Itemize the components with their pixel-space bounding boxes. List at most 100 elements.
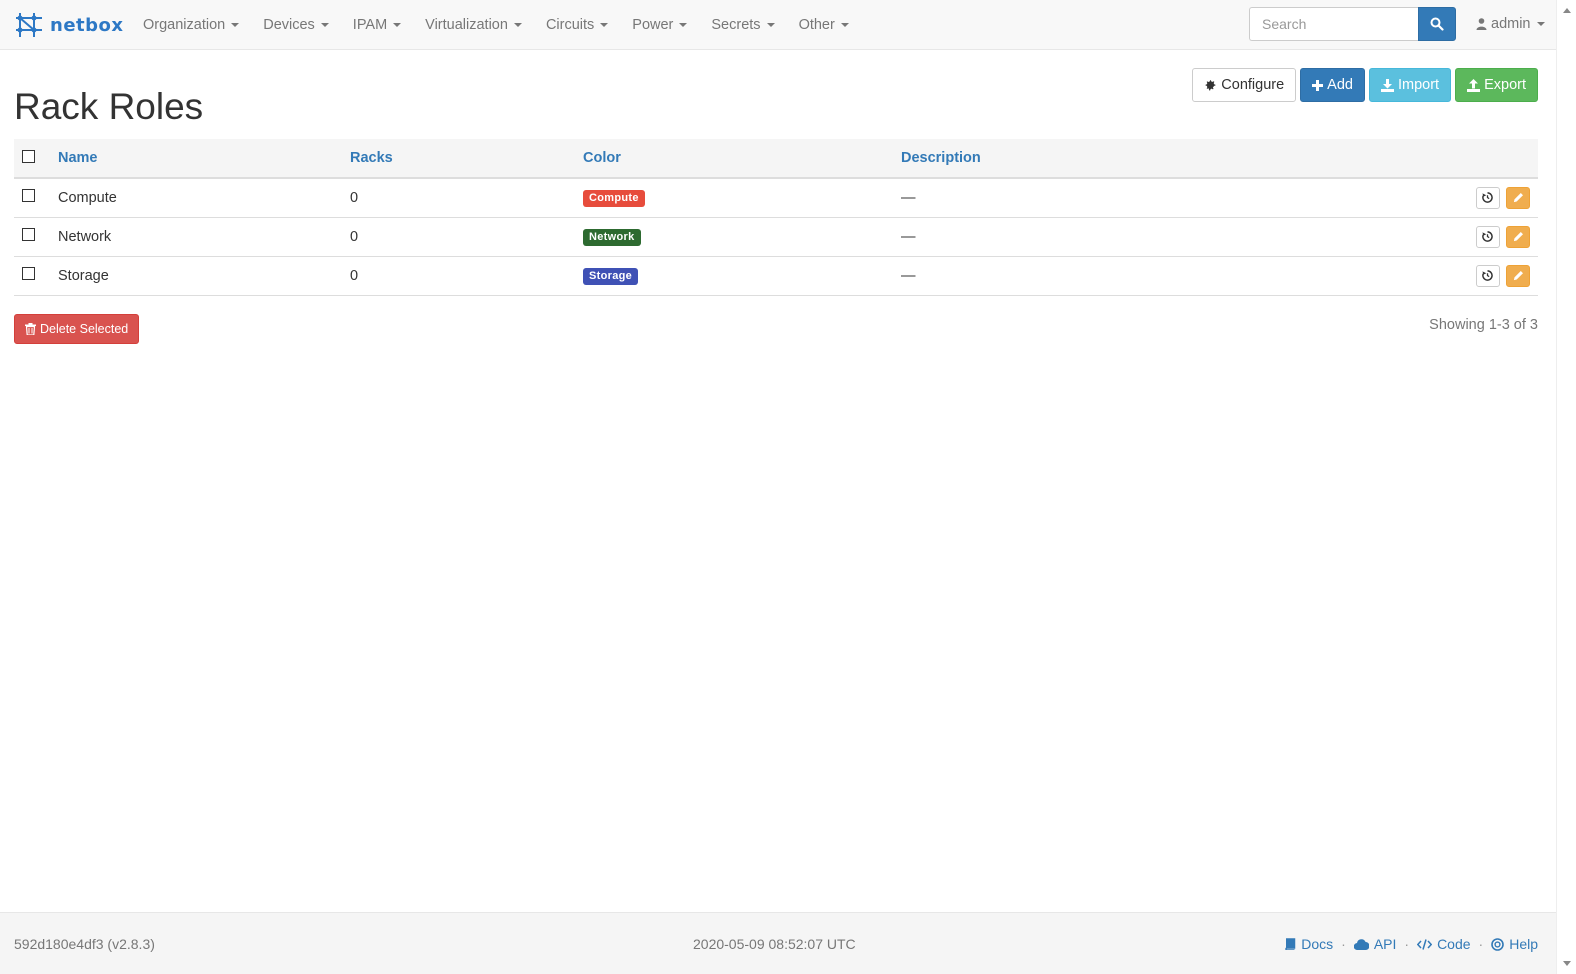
edit-button[interactable] [1506,186,1530,209]
footer-timestamp: 2020-05-09 08:52:07 UTC [693,936,856,952]
select-all-cell [14,139,50,179]
role-name[interactable]: Compute [50,178,342,218]
caret-down-icon [320,23,329,27]
code-icon [1417,938,1433,950]
nav-virtualization-label: Virtualization [425,17,508,33]
search-icon [1430,17,1444,31]
nav-other-label: Other [798,17,835,33]
description: — [893,178,1458,218]
row-checkbox[interactable] [22,189,35,203]
footer: 592d180e4df3 (v2.8.3) 2020-05-09 08:52:0… [0,912,1556,974]
user-menu[interactable]: admin [1468,0,1553,48]
caret-down-icon [679,23,688,27]
user-name: admin [1491,16,1531,32]
version-info: 592d180e4df3 (v2.8.3) [14,936,155,952]
rack-count[interactable]: 0 [342,256,575,296]
nav-ipam[interactable]: IPAM [341,0,413,50]
import-icon [1380,78,1394,92]
netbox-logo-icon [16,13,42,37]
search-input[interactable] [1249,7,1418,41]
edit-button[interactable] [1506,225,1530,248]
life-ring-icon [1491,937,1505,951]
book-icon [1285,938,1296,950]
color-cell: Storage [575,256,893,296]
column-racks[interactable]: Racks [342,139,575,179]
export-label: Export [1484,77,1526,93]
code-link[interactable]: Code [1417,936,1471,952]
page-scrollbar[interactable] [1556,0,1576,974]
pagination-summary: Showing 1-3 of 3 [1429,317,1538,333]
separator: · [1341,936,1346,952]
caret-down-icon [393,23,402,27]
row-checkbox[interactable] [22,228,35,242]
scroll-up-icon[interactable] [1563,8,1571,13]
row-checkbox[interactable] [22,267,35,281]
nav-devices-label: Devices [263,17,315,33]
nav-secrets-label: Secrets [711,17,761,33]
column-description[interactable]: Description [893,139,1458,179]
nav-secrets[interactable]: Secrets [699,0,786,50]
description: — [893,217,1458,257]
configure-button[interactable]: Configure [1192,68,1297,102]
select-all-checkbox[interactable] [22,149,35,163]
column-name[interactable]: Name [50,139,342,179]
top-navbar: netbox Organization Devices IPAM Virtual… [0,0,1556,50]
role-name[interactable]: Network [50,217,342,257]
import-label: Import [1397,77,1440,93]
help-label: Help [1509,936,1538,952]
import-button[interactable]: Import [1368,68,1452,102]
search-form [1249,7,1456,41]
color-label: Network [583,228,641,246]
page-title: Rack Roles [14,86,204,127]
api-label: API [1373,936,1397,952]
page-actions: Configure Add Import Export [1192,68,1538,102]
caret-down-icon [231,23,240,27]
pencil-icon [1513,271,1523,281]
search-button[interactable] [1418,7,1456,41]
description: — [893,256,1458,296]
gear-icon [1205,79,1216,90]
column-actions [1458,139,1538,179]
api-link[interactable]: API [1353,936,1397,952]
nav-circuits[interactable]: Circuits [534,0,620,50]
table-header-row: Name Racks Color Description [14,139,1538,179]
export-button[interactable]: Export [1455,68,1538,102]
color-cell: Network [575,217,893,257]
caret-down-icon [1536,22,1545,26]
nav-power[interactable]: Power [620,0,699,50]
rack-count[interactable]: 0 [342,178,575,218]
edit-button[interactable] [1506,264,1530,287]
nav-virtualization[interactable]: Virtualization [413,0,534,50]
delete-selected-label: Delete Selected [40,322,129,336]
rack-count[interactable]: 0 [342,217,575,257]
row-actions [1458,217,1538,257]
table-row: Storage 0 Storage — [14,256,1538,296]
caret-down-icon [840,23,849,27]
changelog-button[interactable] [1475,225,1500,248]
brand-logo[interactable]: netbox [14,9,124,41]
history-icon [1482,192,1494,204]
add-label: Add [1327,77,1353,93]
history-icon [1482,231,1494,242]
color-cell: Compute [575,178,893,218]
pencil-icon [1513,232,1523,242]
help-link[interactable]: Help [1491,936,1538,952]
docs-link[interactable]: Docs [1284,936,1333,952]
nav-devices[interactable]: Devices [251,0,341,50]
nav-other[interactable]: Other [787,0,861,50]
column-color[interactable]: Color [575,139,893,179]
delete-selected-button[interactable]: Delete Selected [14,314,140,344]
color-label: Compute [583,189,645,207]
nav-power-label: Power [632,17,674,33]
row-actions [1458,256,1538,296]
role-name[interactable]: Storage [50,256,342,296]
add-button[interactable]: Add [1300,68,1365,102]
nav-organization[interactable]: Organization [131,0,251,50]
changelog-button[interactable] [1475,264,1500,287]
scroll-down-icon[interactable] [1563,961,1571,966]
changelog-button[interactable] [1475,186,1500,209]
nav-organization-label: Organization [143,17,226,33]
row-select-cell [14,217,50,257]
code-label: Code [1437,936,1471,952]
nav-circuits-label: Circuits [545,17,595,33]
